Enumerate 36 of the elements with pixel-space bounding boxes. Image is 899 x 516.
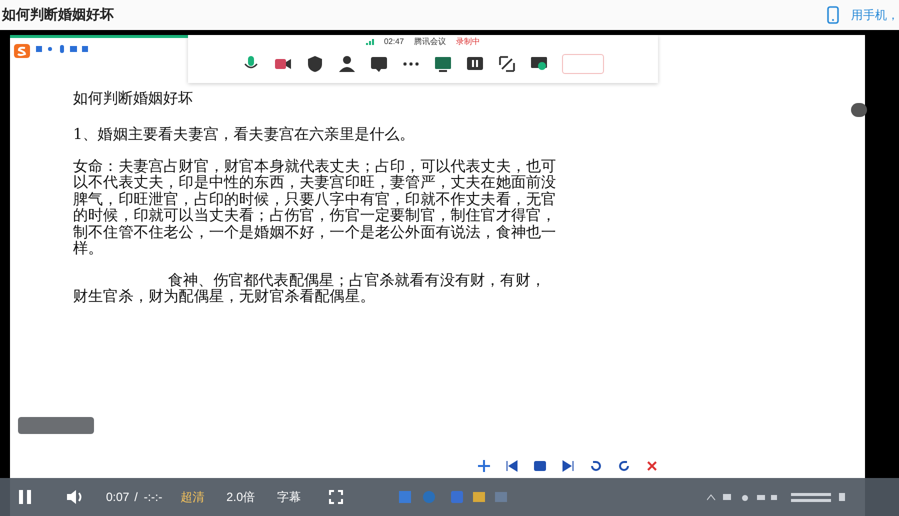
pause-icon[interactable]: [18, 489, 32, 505]
undo-icon[interactable]: [588, 459, 602, 473]
redo-icon[interactable]: [616, 459, 630, 473]
move-icon[interactable]: [476, 459, 490, 473]
share-screen-icon[interactable]: [434, 55, 452, 73]
person-icon[interactable]: [338, 55, 356, 73]
document-paragraph: 1、婚姻主要看夫妻宫，看夫妻宫在六亲里是什么。: [73, 126, 416, 142]
collapse-handle[interactable]: [851, 103, 867, 117]
meeting-app-name: 腾讯会议: [414, 36, 446, 47]
previous-icon[interactable]: [504, 459, 518, 473]
next-icon[interactable]: [560, 459, 574, 473]
annotation-icon[interactable]: [498, 55, 516, 73]
volume-icon[interactable]: [66, 489, 84, 505]
quality-button[interactable]: 超清: [180, 488, 204, 506]
document-heading: 如何判断婚姻好坏: [73, 89, 194, 108]
recording-status: 录制中: [456, 36, 480, 47]
chat-icon[interactable]: [370, 55, 388, 73]
close-icon[interactable]: [644, 459, 658, 473]
signal-icon: [366, 38, 374, 44]
speed-button[interactable]: 2.0倍: [226, 488, 256, 506]
remote-control-icon[interactable]: [530, 55, 548, 73]
time-separator: /: [134, 490, 138, 504]
document-paragraph: 女命：夫妻宫占财官，财官本身就代表丈夫；占印，可以代表丈夫，也可以不代表丈夫，印是中性的东西，夫妻宫印旺，妻管严，丈夫在她面前没脾气，印旺泄官，占印的时候，只要八字中有官，印就不作丈夫看，无官的时候，印就可以当丈夫看；占伤官，伤官一定要制官，制住官才得官，制不住管不住老公，一个是婚姻不好，一个是老公外面有说法，食神也一样。: [73, 158, 557, 256]
phone-link[interactable]: 用手机，: [851, 6, 899, 24]
meeting-time: 02:47: [384, 37, 404, 46]
current-time: 0:07: [106, 490, 130, 504]
screen-icon[interactable]: [532, 459, 546, 473]
fullscreen-icon[interactable]: [329, 490, 344, 504]
duration: -:-:-: [144, 490, 162, 504]
subtitles-button[interactable]: 字幕: [277, 488, 302, 506]
input-method-logo[interactable]: [14, 44, 30, 58]
pause-share-icon[interactable]: [466, 55, 484, 73]
phone-icon[interactable]: [827, 6, 839, 24]
document-paragraph: 食神、伤官都代表配偶星；占官杀就看有没有财，有财，财生官杀，财为配偶星，无财官杀看配偶星。: [73, 272, 546, 304]
page-title: 如何判断婚姻好坏: [2, 6, 115, 24]
shield-icon[interactable]: [306, 55, 324, 73]
